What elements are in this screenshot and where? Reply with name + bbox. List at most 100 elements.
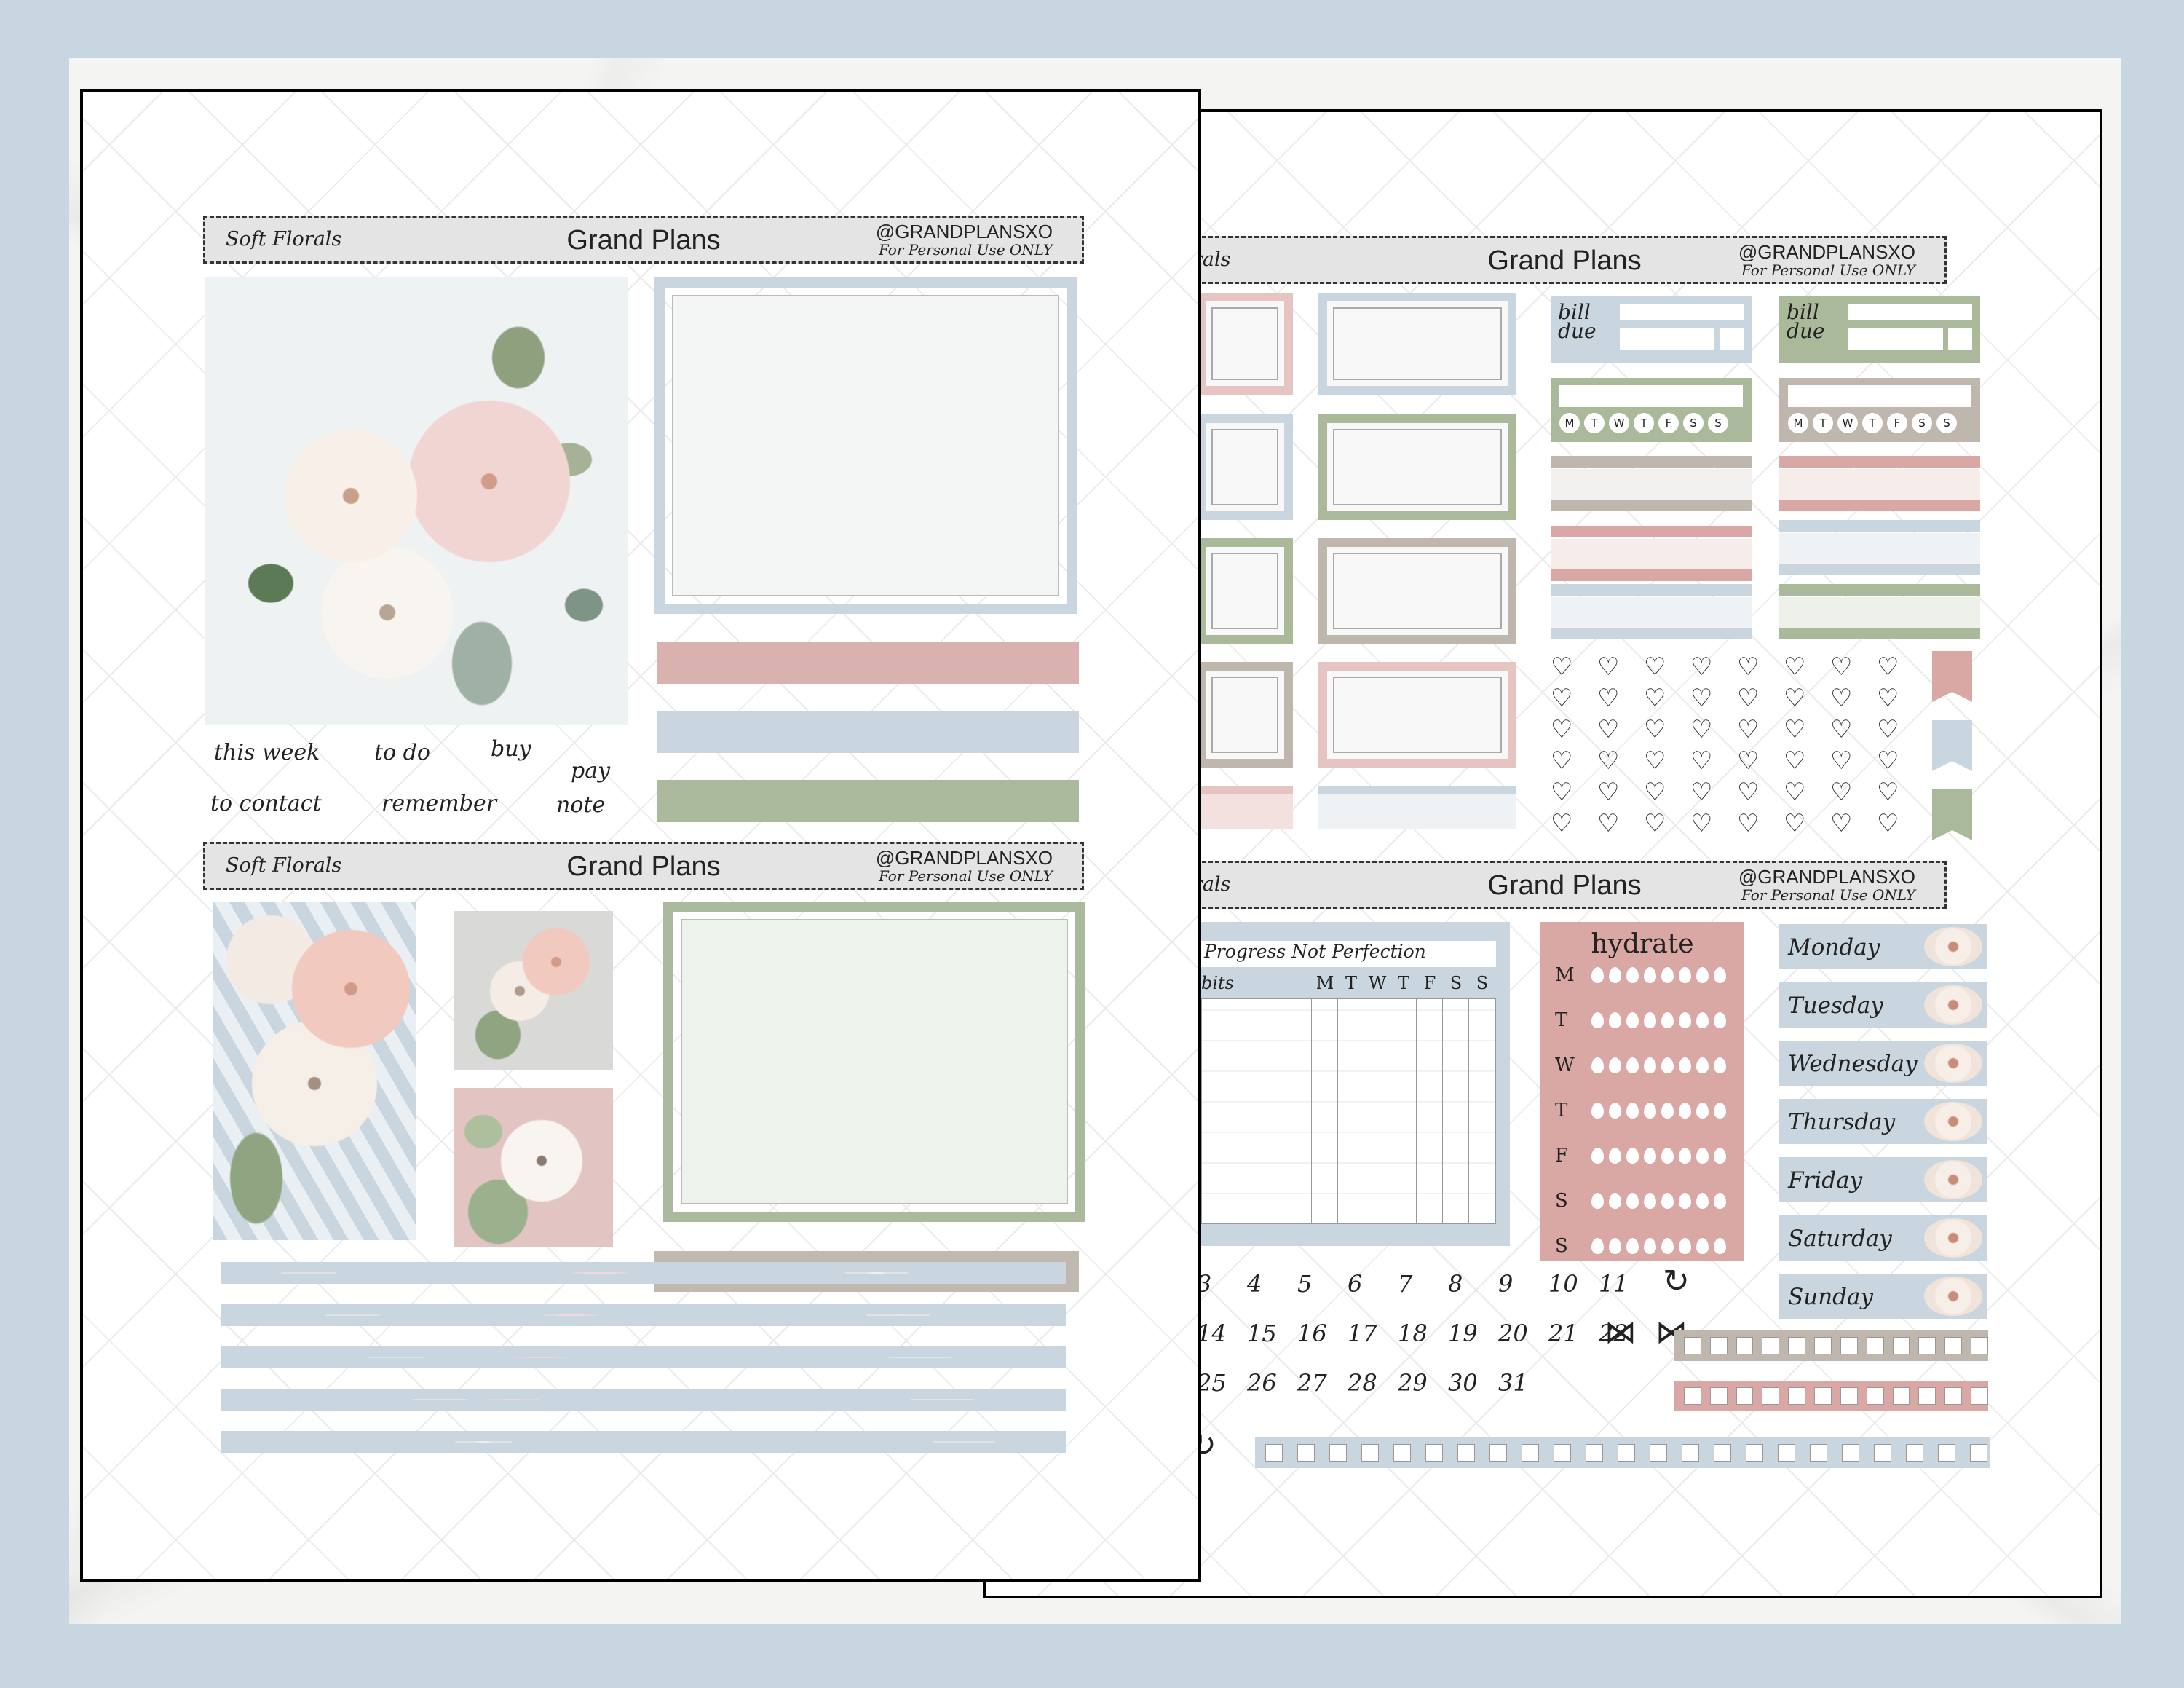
day-label-sticker: Monday xyxy=(1779,924,1987,969)
strip xyxy=(1779,597,1980,628)
date-number: 20 xyxy=(1498,1320,1528,1347)
weekday-tracker: MTWTFSS xyxy=(1551,378,1752,442)
heart-checkbox-icon: ♡ xyxy=(1690,809,1713,838)
hydrate-day-letter: S xyxy=(1555,1190,1568,1212)
hydrate-day-letter: F xyxy=(1555,1145,1569,1167)
date-number: 26 xyxy=(1247,1369,1277,1397)
day-name: Sunday xyxy=(1788,1284,1874,1310)
strip xyxy=(1779,564,1980,575)
strip xyxy=(1779,520,1980,532)
strip xyxy=(1551,456,1752,468)
script-label: pay xyxy=(571,758,611,784)
day-label-sticker: Wednesday xyxy=(1779,1041,1987,1086)
habit-grid xyxy=(1201,998,1497,1224)
heart-checkbox-icon: ♡ xyxy=(1737,684,1760,713)
usage-note: For Personal Use ONLY xyxy=(879,867,1053,885)
arrow-loop-icon: ↻ xyxy=(1663,1263,1690,1300)
label-box xyxy=(1318,662,1516,768)
hydrate-day-letter: S xyxy=(1555,1235,1568,1257)
date-number: 30 xyxy=(1448,1369,1478,1397)
day-label-sticker: Tuesday xyxy=(1779,982,1987,1028)
date-number: 28 xyxy=(1348,1369,1377,1397)
habit-days: MTWTFSS xyxy=(1315,973,1489,993)
heart-checkbox-icon: ♡ xyxy=(1737,746,1760,776)
day-label-sticker: Friday xyxy=(1779,1157,1987,1202)
strip xyxy=(1318,786,1516,829)
floral-washi-strip xyxy=(221,1304,1066,1326)
script-label: to contact xyxy=(210,791,322,816)
floral-square-image xyxy=(454,1088,613,1247)
bill-due-label: bill due xyxy=(1787,300,1825,343)
water-drops xyxy=(1591,1103,1726,1119)
weekday-tracker: MTWTFSS xyxy=(1779,378,1980,442)
heart-checkbox-icon: ♡ xyxy=(1551,809,1573,838)
date-number: 29 xyxy=(1398,1369,1428,1397)
heart-checkbox-icon: ♡ xyxy=(1784,715,1806,744)
floral-bouquet-image xyxy=(205,277,628,725)
floral-washi-strip xyxy=(221,1262,1066,1284)
script-label: remember xyxy=(381,791,497,816)
heart-checkbox-icon: ♡ xyxy=(1551,684,1573,713)
day-name: Monday xyxy=(1788,934,1880,961)
heart-checkbox-icon: ♡ xyxy=(1830,746,1853,776)
date-number: 5 xyxy=(1297,1270,1313,1298)
strip xyxy=(1551,500,1752,511)
flower-icon xyxy=(1924,1160,1982,1199)
water-drops xyxy=(1591,1012,1726,1028)
heart-checkbox-icon: ♡ xyxy=(1597,652,1620,682)
hydrate-day-letter: T xyxy=(1555,1009,1568,1031)
habit-title: Progress Not Perfection xyxy=(1201,941,1496,967)
label-box xyxy=(1197,414,1293,520)
heart-checkbox-icon: ♡ xyxy=(1877,652,1899,682)
hydrate-title: hydrate xyxy=(1591,929,1694,959)
handle: @GRANDPLANSXO xyxy=(875,847,1053,869)
heart-checkbox-icon: ♡ xyxy=(1690,684,1713,713)
heart-checkbox-icon: ♡ xyxy=(1644,652,1666,682)
flower-icon xyxy=(1924,1218,1982,1258)
strip xyxy=(1197,786,1293,829)
sheet2-header-top: rals Grand Plans @GRANDPLANSXO For Perso… xyxy=(1182,236,1947,284)
heart-checkbox-icon: ♡ xyxy=(1830,684,1853,713)
label-box xyxy=(1197,293,1293,395)
bill-due-sticker: bill due xyxy=(1779,296,1980,363)
strip xyxy=(1779,469,1980,500)
bill-due-label: bill due xyxy=(1558,300,1597,343)
heart-checkbox-icon: ♡ xyxy=(1690,652,1713,682)
water-drops xyxy=(1591,1148,1726,1164)
water-drops xyxy=(1591,1057,1726,1073)
day-name: Thursday xyxy=(1788,1109,1896,1135)
heart-checkbox-icon: ♡ xyxy=(1737,809,1760,838)
heart-checkbox-icon: ♡ xyxy=(1830,652,1853,682)
script-label: to do xyxy=(374,740,430,765)
date-number: 31 xyxy=(1498,1369,1528,1397)
heart-checkbox-icon: ♡ xyxy=(1877,746,1899,776)
date-number: 8 xyxy=(1448,1270,1463,1298)
box-tracker xyxy=(1674,1381,1988,1411)
date-number: 6 xyxy=(1348,1270,1363,1298)
floral-square-image xyxy=(454,911,613,1070)
flower-icon xyxy=(1924,1044,1982,1083)
day-label-sticker: Sunday xyxy=(1779,1274,1987,1319)
box-tracker xyxy=(1255,1437,1990,1468)
strip xyxy=(1551,469,1752,500)
strip xyxy=(1551,597,1752,628)
heart-checkbox-icon: ♡ xyxy=(1737,715,1760,744)
floral-tall-image xyxy=(213,902,416,1240)
day-name: Saturday xyxy=(1788,1226,1892,1252)
heart-checkbox-icon: ♡ xyxy=(1551,746,1573,776)
handle: @GRANDPLANSXO xyxy=(1738,866,1915,888)
day-name: Tuesday xyxy=(1788,993,1883,1019)
floral-frame xyxy=(654,277,1077,614)
day-name: Wednesday xyxy=(1788,1051,1918,1077)
heart-checkbox-icon: ♡ xyxy=(1877,715,1899,744)
strip xyxy=(1551,628,1752,639)
strip xyxy=(1551,526,1752,537)
heart-checkbox-icon: ♡ xyxy=(1877,684,1899,713)
date-number: 16 xyxy=(1297,1320,1327,1347)
habit-column-label: bits xyxy=(1201,973,1234,993)
heart-checkbox-icon: ♡ xyxy=(1690,715,1713,744)
strip xyxy=(1779,628,1980,639)
strip xyxy=(1551,539,1752,569)
floral-washi-strip xyxy=(221,1431,1066,1453)
heart-checkbox-icon: ♡ xyxy=(1597,778,1620,807)
